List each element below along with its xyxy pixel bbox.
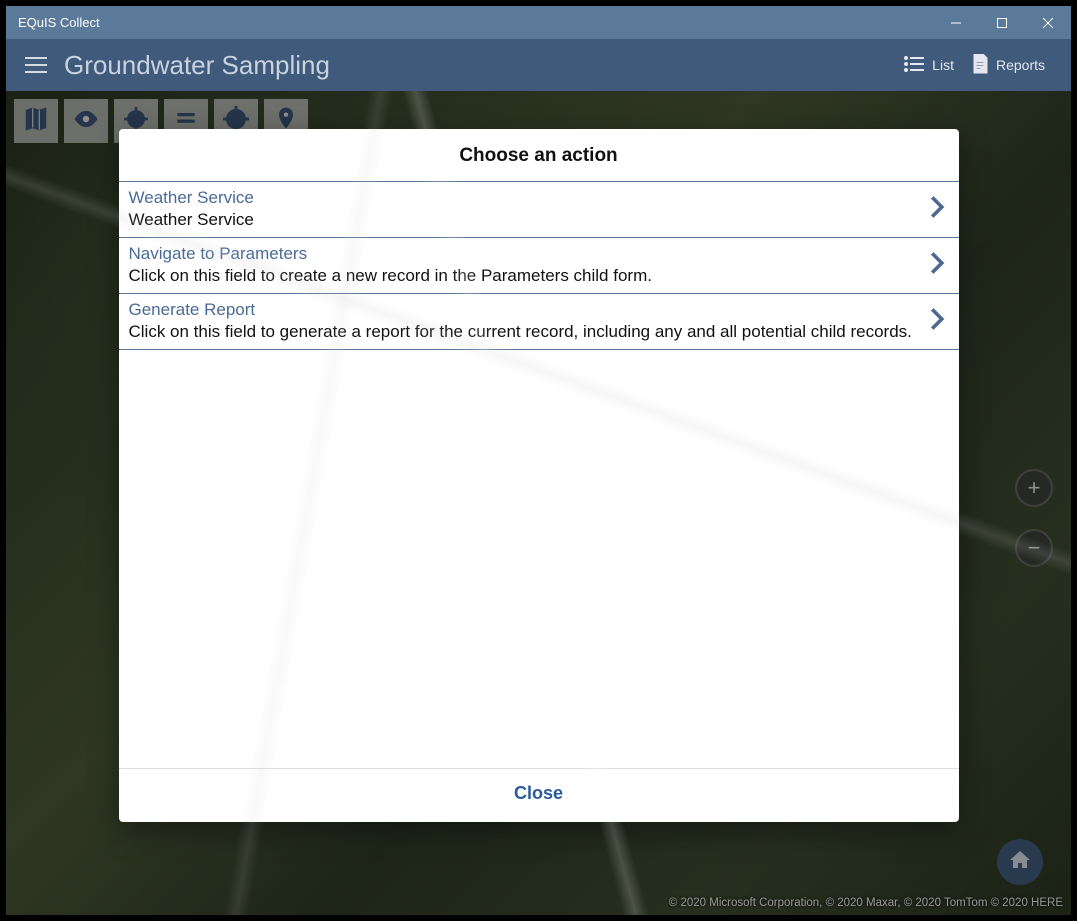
action-desc: Click on this field to create a new reco…: [129, 265, 927, 287]
chevron-right-icon: [927, 307, 947, 336]
app-window: EQuIS Collect Groundwater Sampling List …: [6, 6, 1071, 915]
maximize-button[interactable]: [979, 6, 1025, 39]
chevron-right-icon: [927, 195, 947, 224]
reports-label: Reports: [996, 57, 1045, 73]
reports-button[interactable]: Reports: [972, 54, 1045, 77]
minimize-button[interactable]: [933, 6, 979, 39]
menu-button[interactable]: [14, 43, 58, 87]
app-header: Groundwater Sampling List Reports: [6, 39, 1071, 91]
chevron-right-icon: [927, 251, 947, 280]
list-button[interactable]: List: [904, 56, 954, 75]
action-navigate-parameters[interactable]: Navigate to Parameters Click on this fie…: [119, 237, 959, 293]
dialog-footer: Close: [119, 768, 959, 822]
map-canvas[interactable]: + − © 2020 Microsoft Corporation, © 2020…: [6, 91, 1071, 915]
action-title: Generate Report: [129, 300, 927, 320]
document-icon: [972, 54, 988, 77]
list-label: List: [932, 57, 954, 73]
action-title: Navigate to Parameters: [129, 244, 927, 264]
action-title: Weather Service: [129, 188, 927, 208]
action-list: Weather Service Weather Service Navigate…: [119, 181, 959, 768]
page-title: Groundwater Sampling: [64, 50, 904, 81]
action-weather-service[interactable]: Weather Service Weather Service: [119, 181, 959, 237]
window-title: EQuIS Collect: [18, 15, 933, 30]
dialog-overlay: Choose an action Weather Service Weather…: [6, 91, 1071, 915]
action-desc: Click on this field to generate a report…: [129, 321, 927, 343]
action-desc: Weather Service: [129, 209, 927, 231]
choose-action-dialog: Choose an action Weather Service Weather…: [119, 129, 959, 822]
list-icon: [904, 56, 924, 75]
action-generate-report[interactable]: Generate Report Click on this field to g…: [119, 293, 959, 350]
dialog-title: Choose an action: [119, 129, 959, 181]
titlebar: EQuIS Collect: [6, 6, 1071, 39]
close-button[interactable]: [1025, 6, 1071, 39]
dialog-close-button[interactable]: Close: [514, 783, 563, 803]
